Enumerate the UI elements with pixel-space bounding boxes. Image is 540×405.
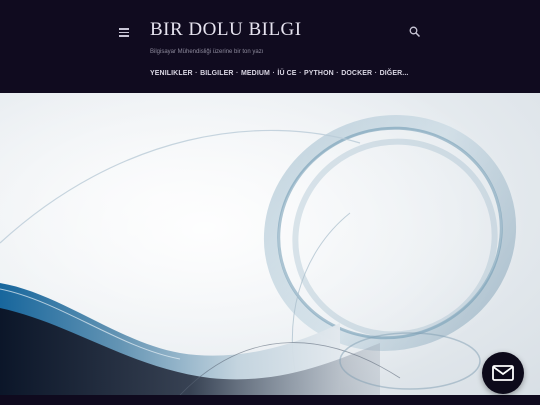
nav-item-iu-ce[interactable]: İÜ CE (277, 70, 296, 77)
nav-item-docker[interactable]: DOCKER (341, 70, 372, 77)
nav-separator: · (195, 69, 198, 77)
nav-separator: · (236, 69, 239, 77)
search-icon[interactable] (408, 25, 422, 39)
site-description: Bilgisayar Mühendisliği üzerine bir ton … (150, 49, 264, 55)
abstract-swirl-graphic (0, 93, 540, 395)
mail-icon (492, 365, 514, 381)
nav-separator: · (272, 69, 275, 77)
nav-item-python[interactable]: PYTHON (304, 70, 334, 77)
site-title[interactable]: BIR DOLU BILGI (150, 19, 302, 41)
nav-item-diger[interactable]: DIĞER... (380, 70, 409, 77)
hamburger-menu-icon[interactable] (118, 26, 130, 38)
nav-separator: · (374, 69, 378, 77)
nav-separator: · (299, 69, 302, 77)
main-nav: YENILIKLER · BILGILER · MEDIUM · İÜ CE ·… (150, 68, 408, 78)
nav-item-bilgiler[interactable]: BILGILER (200, 70, 233, 77)
nav-item-medium[interactable]: MEDIUM (241, 70, 270, 77)
hero-image (0, 93, 540, 395)
contact-mail-button[interactable] (482, 352, 524, 394)
nav-item-yenilikler[interactable]: YENILIKLER (150, 70, 193, 77)
page-bottom-strip (0, 395, 540, 405)
site-header: BIR DOLU BILGI Bilgisayar Mühendisliği ü… (0, 0, 540, 93)
nav-separator: · (336, 69, 339, 77)
